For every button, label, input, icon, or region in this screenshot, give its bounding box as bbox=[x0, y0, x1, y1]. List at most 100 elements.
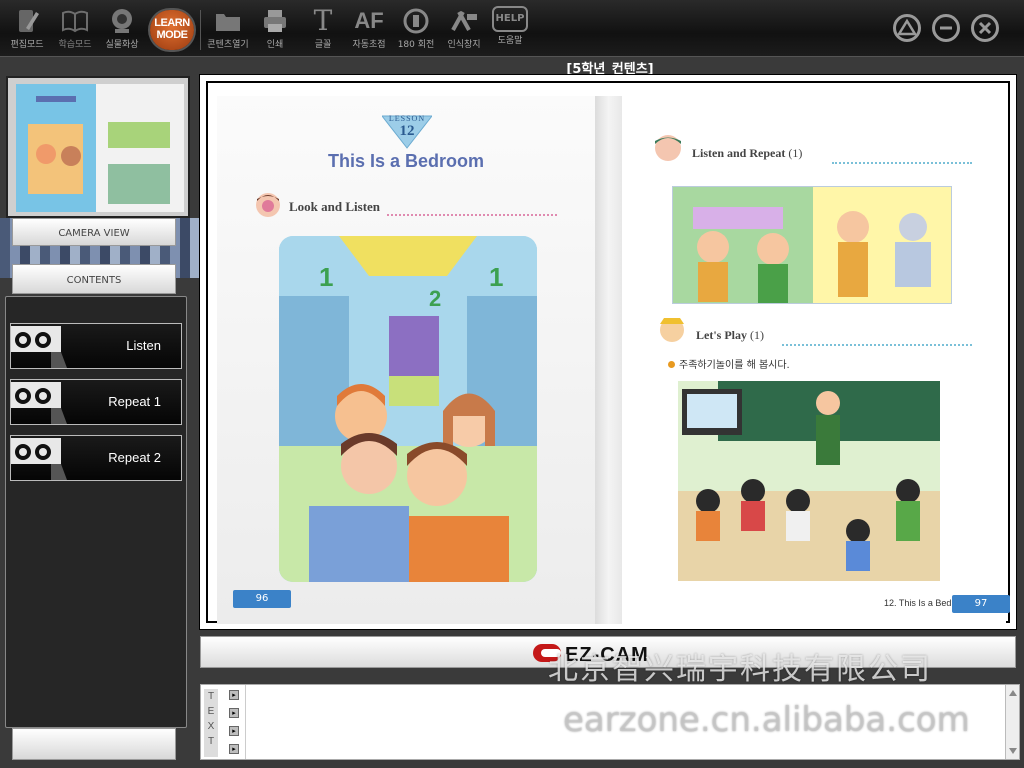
text-line-toggle[interactable]: ▸ bbox=[229, 708, 239, 718]
toolbar-label: 자동초점 bbox=[352, 40, 386, 50]
contents-panel: Listen Repeat 1 Repeat 2 bbox=[5, 296, 187, 728]
rotate-180-button[interactable]: 180 회전 bbox=[393, 6, 439, 54]
minimize-icon bbox=[940, 26, 952, 30]
autofocus-button[interactable]: AF 자동초점 bbox=[346, 6, 392, 54]
lesson-title: This Is a Bedroom bbox=[327, 151, 485, 171]
tape-icon bbox=[11, 326, 67, 368]
contents-tab[interactable]: CONTENTS bbox=[12, 264, 176, 294]
content-viewer[interactable]: LESSON 12 This Is a Bedroom Look and Lis… bbox=[200, 75, 1016, 629]
section-heading-look-listen: Look and Listen bbox=[289, 199, 381, 214]
scroll-up-icon bbox=[1009, 690, 1017, 696]
toolbar: 편집모드 학습모드 실물화상 LEARN MODE 콘텐츠열기 인쇄 T 글꼴 … bbox=[0, 0, 1024, 57]
help-icon: HELP bbox=[492, 6, 528, 32]
toolbar-label: 180 회전 bbox=[397, 40, 435, 50]
learn-mode-line1: LEARN bbox=[154, 17, 190, 29]
text-panel-label: T E X T bbox=[204, 689, 218, 757]
font-button[interactable]: T 글꼴 bbox=[300, 6, 346, 54]
minimize-button[interactable] bbox=[932, 14, 960, 42]
section-heading-text: Listen and Repeat bbox=[692, 146, 786, 160]
text-label-letter: E bbox=[207, 706, 215, 717]
recognition-stop-button[interactable]: 인식창지 bbox=[441, 6, 487, 54]
restore-icon bbox=[896, 18, 918, 36]
text-line-toggle[interactable]: ▸ bbox=[229, 690, 239, 700]
instruction-text: 주족하기놀이를 해 봅시다. bbox=[679, 360, 790, 371]
svg-text:1: 1 bbox=[489, 262, 503, 292]
toolbar-label: 실물화상 bbox=[105, 40, 139, 50]
toolbar-divider bbox=[200, 10, 201, 50]
toolbar-label: 편집모드 bbox=[10, 40, 44, 50]
dotted-divider bbox=[782, 344, 972, 346]
list-item-label: Listen bbox=[126, 338, 161, 353]
edit-mode-button[interactable]: 편집모드 bbox=[4, 6, 50, 54]
section-heading-text: Let's Play bbox=[696, 328, 747, 342]
listen-repeat-illustration bbox=[672, 186, 952, 304]
character-avatar-icon bbox=[660, 318, 684, 342]
repeat-2-button[interactable]: Repeat 2 bbox=[10, 435, 182, 481]
section-number: (1) bbox=[750, 328, 764, 342]
bullet-icon bbox=[668, 361, 675, 368]
close-button[interactable] bbox=[971, 14, 999, 42]
thumbnail-image bbox=[16, 84, 184, 212]
camera-view-thumbnail[interactable] bbox=[6, 76, 190, 218]
camera-icon bbox=[112, 9, 132, 33]
book-icon bbox=[62, 10, 88, 33]
section-heading-listen-repeat: Listen and Repeat (1) bbox=[692, 146, 802, 161]
text-label-letter: T bbox=[207, 691, 215, 702]
learn-mode-button[interactable]: LEARN MODE bbox=[150, 10, 194, 50]
learn-mode-line2: MODE bbox=[156, 29, 189, 41]
list-item-label: Repeat 2 bbox=[108, 450, 161, 465]
document-camera-button[interactable]: 실물화상 bbox=[99, 6, 145, 54]
watermark-url: earzone.cn.alibaba.com bbox=[563, 700, 970, 740]
open-content-button[interactable]: 콘텐츠열기 bbox=[205, 6, 251, 54]
lesson-number: 12 bbox=[399, 123, 415, 139]
activity-instruction: 주족하기놀이를 해 봅시다. bbox=[668, 356, 790, 371]
print-button[interactable]: 인쇄 bbox=[252, 6, 298, 54]
rotate-icon bbox=[403, 8, 429, 34]
svg-text:1: 1 bbox=[319, 262, 333, 292]
printer-icon bbox=[264, 10, 286, 32]
app-window: 편집모드 학습모드 실물화상 LEARN MODE 콘텐츠열기 인쇄 T 글꼴 … bbox=[0, 0, 1024, 768]
right-page: Listen and Repeat (1) Let's Play (1) 주족하… bbox=[622, 96, 1010, 624]
pencil-icon bbox=[19, 10, 39, 32]
viewer-frame: LESSON 12 This Is a Bedroom Look and Lis… bbox=[206, 81, 1010, 624]
text-line-toggle[interactable]: ▸ bbox=[229, 726, 239, 736]
text-label-letter: T bbox=[207, 736, 215, 747]
page-number-left: 96 bbox=[233, 590, 291, 608]
font-icon: T bbox=[313, 4, 333, 37]
lesson-word: LESSON bbox=[388, 114, 426, 123]
section-number: (1) bbox=[788, 146, 803, 160]
scroll-down-icon bbox=[1009, 748, 1017, 754]
svg-text:2: 2 bbox=[429, 286, 441, 311]
watermark-company: 北京智兴瑞宇科技有限公司 bbox=[548, 652, 932, 687]
close-icon bbox=[978, 21, 992, 35]
study-mode-button[interactable]: 학습모드 bbox=[52, 6, 98, 54]
vertical-scrollbar[interactable] bbox=[1005, 685, 1019, 759]
camera-view-tab[interactable]: CAMERA VIEW bbox=[12, 218, 176, 246]
help-button[interactable]: HELP 도움말 bbox=[487, 6, 533, 54]
autofocus-icon: AF bbox=[354, 8, 384, 33]
eraser-icon bbox=[451, 11, 477, 31]
text-label-letter: X bbox=[207, 721, 215, 732]
listen-button[interactable]: Listen bbox=[10, 323, 182, 369]
classroom-illustration bbox=[678, 381, 940, 581]
dotted-divider bbox=[832, 162, 972, 164]
folder-icon bbox=[216, 14, 240, 31]
toolbar-label: 도움말 bbox=[497, 36, 523, 46]
repeat-1-button[interactable]: Repeat 1 bbox=[10, 379, 182, 425]
panel-bottom-tab bbox=[12, 728, 176, 760]
toolbar-label: 학습모드 bbox=[58, 40, 92, 50]
book-spine bbox=[595, 96, 622, 624]
bedroom-illustration: 1 2 1 bbox=[279, 236, 537, 582]
page-number-right: 97 bbox=[952, 595, 1010, 613]
toolbar-label: 인쇄 bbox=[266, 40, 284, 50]
toolbar-label: 인식창지 bbox=[447, 40, 481, 50]
character-avatar-icon bbox=[256, 193, 280, 217]
restore-button[interactable] bbox=[893, 14, 921, 42]
text-line-toggle[interactable]: ▸ bbox=[229, 744, 239, 754]
content-title: [5학년_컨텐츠] bbox=[566, 62, 654, 77]
list-item-label: Repeat 1 bbox=[108, 394, 161, 409]
left-page: LESSON 12 This Is a Bedroom Look and Lis… bbox=[217, 96, 595, 624]
section-heading-lets-play: Let's Play (1) bbox=[696, 328, 764, 343]
toolbar-label: 콘텐츠열기 bbox=[207, 40, 249, 50]
dotted-divider bbox=[387, 214, 557, 216]
